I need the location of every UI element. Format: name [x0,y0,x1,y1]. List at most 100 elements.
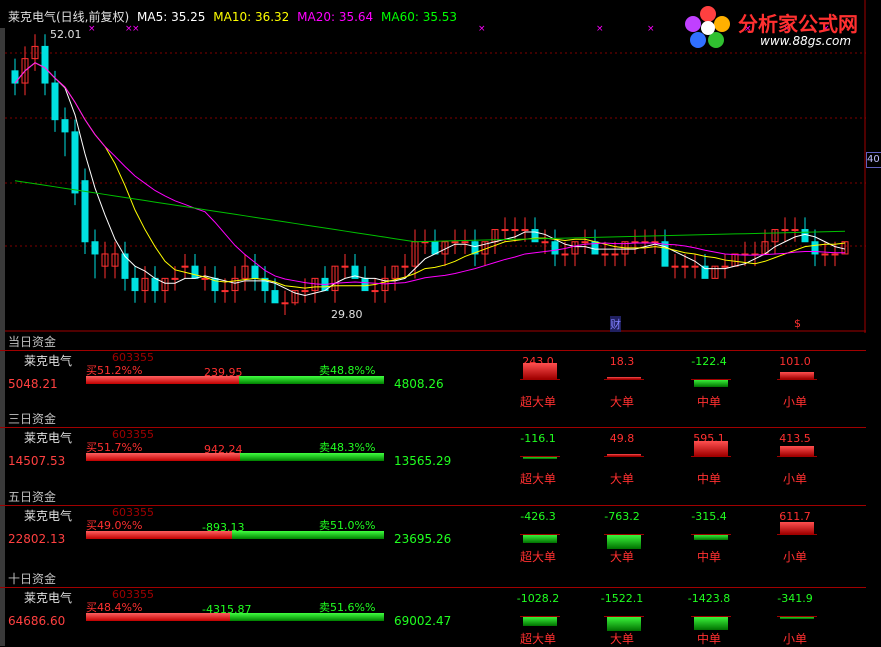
candle-body [451,241,459,244]
candle-body [191,265,199,279]
category-label: 大单 [609,472,634,486]
stock-name: 莱克电气 [24,509,73,523]
category-label: 大单 [609,395,634,409]
finance-marker[interactable]: 财 [610,316,621,332]
category-baseline [520,456,560,457]
category-value: -1423.8 [687,592,731,605]
candle-body [371,290,379,293]
logo-text: 分析家公式网 [738,12,858,36]
sell-amount: 4808.26 [394,377,444,391]
sell-amount: 69002.47 [394,614,452,628]
candle-body [341,265,349,268]
category-value: -1028.2 [516,592,560,605]
candle-body [781,229,789,232]
category-label: 中单 [696,632,721,646]
candle-body [121,253,129,279]
category-baseline [777,456,817,457]
candle-body [561,253,569,256]
candle-body [401,265,409,268]
category-label: 中单 [696,395,721,409]
category-baseline [520,616,560,617]
ma60-label: MA60: 35.53 [381,10,458,24]
category-baseline [691,379,731,380]
category-baseline [777,616,817,617]
candle-body [531,229,539,243]
category-bar [694,441,728,456]
category-baseline [604,616,644,617]
panel-title: 十日资金 [8,572,57,586]
candle-body [821,253,829,256]
candle-body [831,253,839,256]
category-value: 49.8 [609,432,635,445]
category-value: -1522.1 [600,592,644,605]
chart-title: 莱克电气(日线,前复权) [8,10,130,24]
category-bar [780,372,814,379]
ma10-label: MA10: 36.32 [213,10,290,24]
category-bar [523,616,557,627]
candle-body [541,241,549,244]
candle-body [671,265,679,268]
category-value: -763.2 [604,510,640,523]
candle-body [151,277,159,292]
category-value: -116.1 [520,432,556,445]
candle-body [301,290,309,293]
category-baseline [604,456,644,457]
sell-amount: 13565.29 [394,454,452,468]
candle-body [221,290,229,293]
category-label: 大单 [609,632,634,646]
candle-body [801,229,809,243]
candle-body [131,277,139,292]
logo-url: www.88gs.com [760,34,852,48]
category-label: 超大单 [519,632,556,646]
candle-body [81,180,89,243]
net-amount: 239.95 [204,366,243,379]
category-label: 大单 [609,550,634,564]
dividend-marker[interactable]: $ [794,317,801,330]
high-price-label: 52.01 [50,28,82,41]
category-bar [607,616,641,632]
candle-body [511,229,519,232]
buy-amount: 64686.60 [8,614,66,628]
category-bar [780,445,814,456]
category-baseline [691,616,731,617]
category-bar [694,379,728,388]
category-value: -315.4 [691,510,727,523]
category-bar [694,616,728,631]
candle-body [271,290,279,304]
panel-title: 五日资金 [8,490,57,504]
net-amount: 942.24 [204,443,243,456]
panel-title: 三日资金 [8,412,57,426]
sell-amount: 23695.26 [394,532,452,546]
sell-bar [239,376,384,384]
category-value: 101.0 [779,355,811,368]
stock-name: 莱克电气 [24,354,73,368]
flower-logo-icon [685,6,730,48]
category-bar [523,534,557,543]
left-toolbar[interactable] [0,28,5,646]
right-axis-label: 40 [866,152,881,168]
category-value: 18.3 [609,355,635,368]
sell-bar [240,453,384,461]
sell-bar [232,531,384,539]
category-label: 中单 [696,550,721,564]
candle-body [251,265,259,279]
stock-name: 莱克电气 [24,591,73,605]
category-baseline [604,534,644,535]
candle-body [461,241,469,244]
ma20-line [14,62,845,285]
event-marker: × [596,24,604,34]
ma10-line [14,62,846,289]
buy-amount: 14507.53 [8,454,66,468]
candle-body [361,277,369,292]
candle-body [431,241,439,255]
stock-name: 莱克电气 [24,431,73,445]
ma5-label: MA5: 35.25 [137,10,206,24]
category-value: -426.3 [520,510,556,523]
category-baseline [777,379,817,380]
candle-body [601,253,609,256]
buy-amount: 5048.21 [8,377,58,391]
category-baseline [691,456,731,457]
category-value: -122.4 [691,355,727,368]
candle-body [201,277,209,280]
candle-body [721,265,729,268]
